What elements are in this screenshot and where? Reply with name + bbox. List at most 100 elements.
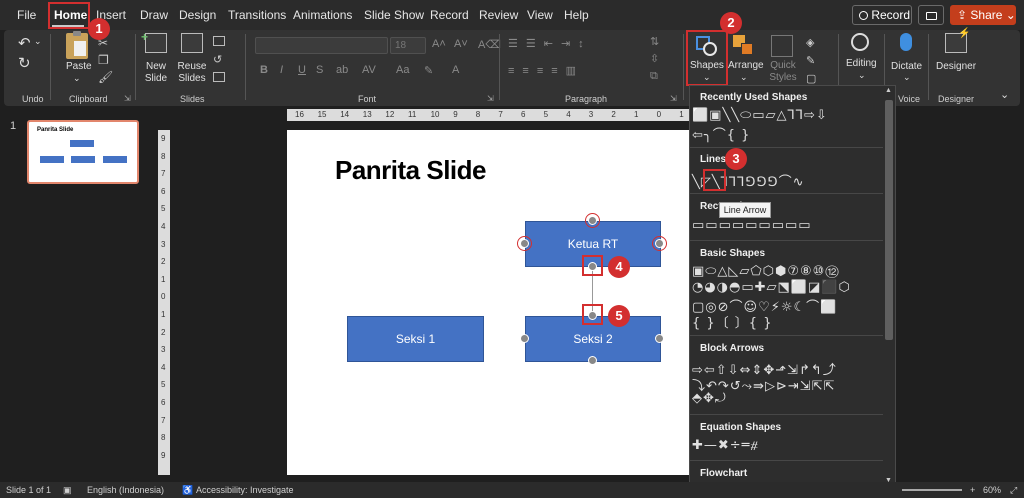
change-case-icon[interactable]: Aa [396, 64, 409, 76]
arrange-icon[interactable] [733, 35, 755, 57]
increase-font-icon[interactable]: A˄ [432, 38, 446, 50]
connection-point[interactable] [655, 334, 664, 343]
designer-label[interactable]: Designer [936, 61, 976, 72]
quick-styles-icon[interactable] [771, 35, 793, 57]
tab-draw[interactable]: Draw [140, 8, 168, 22]
flowchart-heading: Flowchart [700, 468, 748, 479]
basic-shapes-row-1[interactable]: ▣⬭△◺▱⬠⬡⬢⑦⑧⑩⑫ [692, 264, 840, 279]
fit-to-window-icon[interactable]: ⤢ [1010, 485, 1017, 496]
paragraph-list-icons[interactable]: ☰☰⇤⇥↕ [508, 37, 592, 50]
ruler-tick-label: 4 [161, 222, 166, 231]
character-spacing-icon[interactable]: AV [362, 64, 376, 76]
shape-outline-icon[interactable]: ✎ [806, 54, 815, 67]
comments-button[interactable] [918, 5, 944, 25]
text-direction-icon[interactable]: ⇅ [650, 35, 659, 48]
record-button[interactable]: Record [852, 5, 912, 25]
shape-effects-icon[interactable]: ▢ [806, 72, 816, 85]
chevron-down-icon[interactable]: ⌄ [903, 72, 911, 83]
layout-icon[interactable] [213, 36, 225, 46]
tab-animations[interactable]: Animations [293, 8, 352, 22]
paste-icon[interactable] [66, 31, 88, 59]
tab-transitions[interactable]: Transitions [228, 8, 286, 22]
chevron-down-icon[interactable]: ⌄ [73, 73, 81, 84]
strikethrough-icon[interactable]: S [316, 64, 323, 76]
zoom-in-icon[interactable]: + [970, 485, 975, 495]
shape-fill-icon[interactable]: ◈ [806, 36, 814, 49]
language[interactable]: English (Indonesia) [87, 485, 164, 495]
arrange-label[interactable]: Arrange [728, 60, 764, 71]
collapse-ribbon-icon[interactable]: ⌄ [1000, 88, 1009, 101]
undo-dropdown-icon[interactable]: ⌄ [34, 36, 42, 47]
format-painter-icon[interactable]: 🖌 [98, 70, 113, 84]
spelling-icon[interactable]: ▣ [63, 485, 72, 496]
reset-icon[interactable]: ↺ [213, 53, 222, 66]
new-slide-label[interactable]: New Slide [142, 61, 170, 85]
decrease-font-icon[interactable]: A˅ [454, 38, 468, 50]
ruler-tick-label: 2 [161, 257, 166, 267]
lines-heading: Lines [700, 154, 727, 165]
section-icon[interactable] [213, 72, 225, 82]
font-name-field[interactable] [255, 37, 388, 54]
reuse-slides-label[interactable]: Reuse Slides [177, 61, 207, 85]
quick-styles-label[interactable]: Quick Styles [768, 60, 798, 84]
rectangles-row[interactable]: ▭▭▭▭▭▭▭▭▭ [692, 218, 812, 233]
accessibility-status[interactable]: Accessibility: Investigate [196, 485, 294, 495]
shapes-scroll-thumb[interactable] [885, 100, 893, 340]
block-arrows-row-3[interactable]: ⬘✥⤾ [692, 391, 727, 406]
slide-title[interactable]: Panrita Slide [335, 155, 487, 186]
connection-point[interactable] [520, 334, 529, 343]
tab-record[interactable]: Record [430, 8, 469, 22]
share-label: Share [970, 8, 1003, 22]
tab-view[interactable]: View [527, 8, 553, 22]
recent-shapes-row-2[interactable]: ⇦╮⌒{ } [692, 124, 750, 143]
slide-thumbnail[interactable]: Panrita Slide [27, 120, 139, 184]
dialog-launcher-icon[interactable]: ⇲ [670, 94, 677, 103]
underline-icon[interactable]: U [298, 64, 306, 76]
divider [690, 335, 883, 336]
accessibility-icon[interactable]: ♿ [182, 485, 193, 496]
copy-icon[interactable]: ❐ [98, 53, 109, 67]
new-slide-icon[interactable]: + [141, 30, 167, 53]
org-box-seksi-1[interactable]: Seksi 1 [347, 316, 484, 362]
bold-icon[interactable]: B [260, 64, 268, 76]
chevron-down-icon[interactable]: ⌄ [740, 72, 748, 83]
tab-file[interactable]: File [17, 8, 36, 22]
clear-formatting-icon[interactable]: A⌫ [478, 38, 501, 51]
alignment-icons[interactable]: ≡≡≡≡▥ [508, 64, 584, 77]
slide-count[interactable]: Slide 1 of 1 [6, 485, 51, 495]
basic-shapes-row-2[interactable]: ◔◕◑◓▭✚▱⬔⬜◪⬛⬡ [692, 280, 851, 295]
smartart-icon[interactable]: ⧉ [650, 70, 658, 83]
font-size-field[interactable]: 18 [390, 37, 426, 54]
designer-icon[interactable]: ⚡ [945, 28, 970, 53]
dialog-launcher-icon[interactable]: ⇲ [124, 94, 131, 103]
tab-help[interactable]: Help [564, 8, 589, 22]
dialog-launcher-icon[interactable]: ⇲ [487, 94, 494, 103]
tab-design[interactable]: Design [179, 8, 216, 22]
zoom-slider[interactable] [902, 485, 962, 495]
separator [683, 34, 684, 100]
share-button[interactable]: ⇪ Share ⌄ [950, 5, 1016, 25]
connection-point[interactable] [588, 356, 597, 365]
dictate-label[interactable]: Dictate [891, 61, 922, 72]
align-text-icon[interactable]: ⇳ [650, 52, 659, 65]
tab-review[interactable]: Review [479, 8, 518, 22]
paste-label[interactable]: Paste [66, 61, 92, 72]
tab-slide-show[interactable]: Slide Show [364, 8, 424, 22]
chevron-down-icon[interactable]: ⌄ [858, 70, 866, 81]
reuse-slides-icon[interactable] [181, 33, 203, 53]
scroll-up-icon[interactable]: ▲ [885, 87, 892, 94]
equation-shapes-row[interactable]: ✚—✖÷═⧣ [692, 438, 759, 453]
highlight-icon[interactable]: ✎ [424, 64, 433, 77]
status-bar: Slide 1 of 1 ▣ English (Indonesia) ♿ Acc… [0, 482, 1024, 498]
microphone-icon[interactable] [900, 33, 912, 51]
editing-label[interactable]: Editing [846, 58, 877, 69]
search-icon[interactable] [851, 33, 869, 51]
undo-icon[interactable]: ↶ [18, 34, 31, 52]
recent-shapes-row-1[interactable]: ⬜▣╲╲⬭▭▱△⅂⅂⇨⇩ [692, 108, 828, 123]
zoom-level[interactable]: 60% [983, 485, 1001, 495]
basic-shapes-row-4[interactable]: { }〔 〕{ } [692, 312, 772, 331]
redo-icon[interactable]: ↻ [18, 54, 31, 72]
shadow-icon[interactable]: ab [336, 64, 348, 76]
font-color-icon[interactable]: A [452, 64, 459, 76]
italic-icon[interactable]: I [280, 64, 283, 76]
